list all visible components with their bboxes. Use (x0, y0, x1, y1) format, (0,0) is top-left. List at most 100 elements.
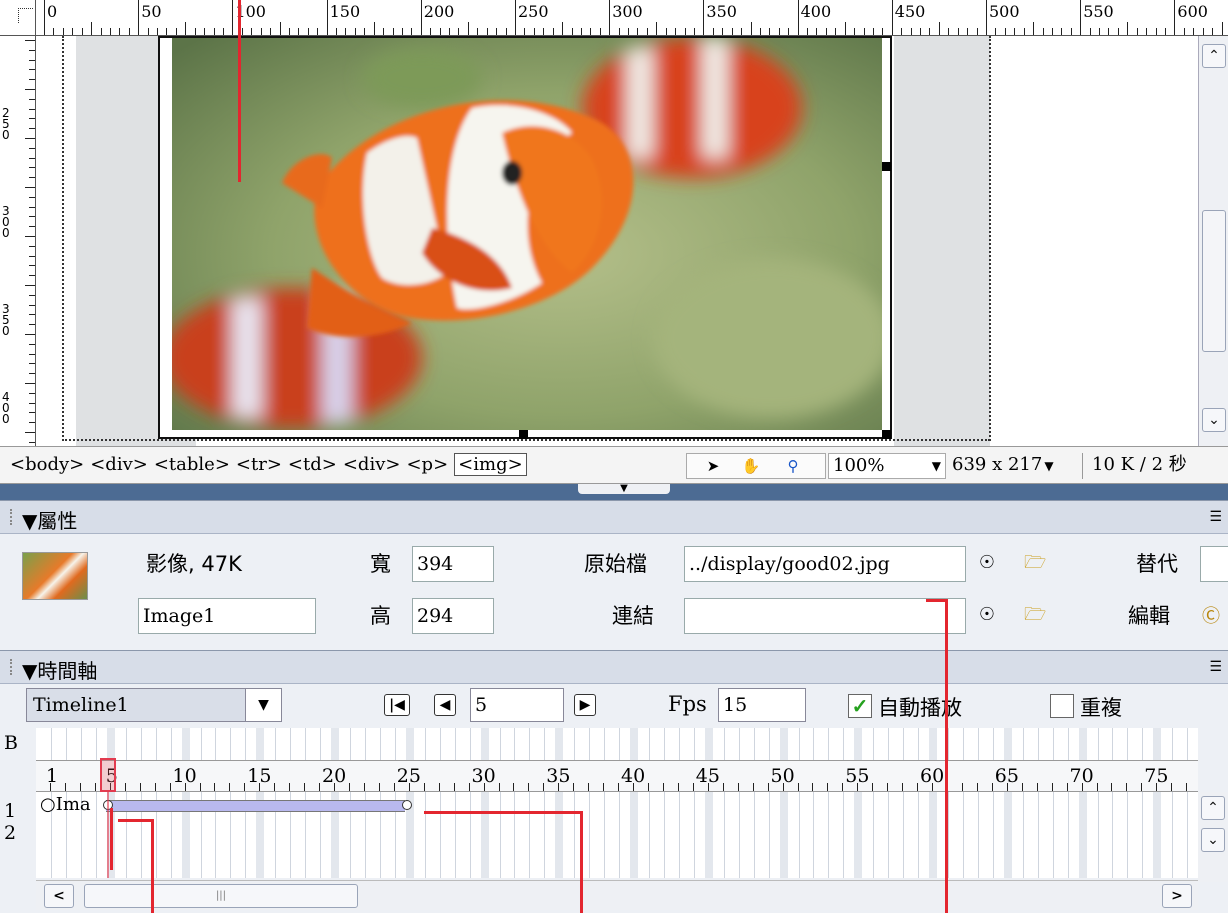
hand-tool-icon[interactable]: ✋ (739, 456, 763, 476)
frame-column (918, 728, 920, 878)
frame-column (962, 728, 964, 878)
tag-img[interactable]: <img> (454, 453, 527, 476)
tag-div[interactable]: <div> (343, 454, 401, 475)
tag-body[interactable]: <body> (10, 454, 84, 475)
height-field[interactable]: 294 (412, 598, 494, 634)
ruler-tick (29, 226, 35, 228)
width-field[interactable]: 394 (412, 546, 494, 582)
window-size-select[interactable]: 639 x 217 ▼ (952, 453, 1054, 478)
autoplay-checkbox[interactable]: ✓ (848, 694, 872, 718)
ruler-tick (967, 28, 969, 35)
panel-splitter[interactable]: ▼ (0, 484, 1228, 500)
selected-image-frame[interactable] (158, 36, 892, 439)
point-to-file-icon[interactable]: ☉ (976, 604, 998, 625)
ruler-tick (712, 28, 714, 35)
panel-options-icon[interactable]: ☰ (1209, 659, 1222, 675)
timeline-vertical-scrollbar[interactable]: ⌃ ⌄ (1198, 792, 1228, 882)
frame-column (1127, 728, 1129, 878)
tag-tr[interactable]: <tr> (236, 454, 282, 475)
horizontal-ruler: 0 50 100 150 200 250 300 350 400 450 500 550 600 (0, 0, 1228, 36)
timeline-horizontal-scrollbar[interactable]: < ||| > (36, 880, 1198, 910)
frame-field[interactable]: 5 (470, 688, 564, 722)
frame-tick (79, 783, 81, 791)
frame-tick (528, 783, 530, 791)
frame-column (992, 728, 994, 878)
tag-table[interactable]: <table> (154, 454, 230, 475)
pointer-tool-icon[interactable]: ➤ (701, 456, 725, 476)
resize-handle-corner[interactable] (882, 430, 891, 439)
properties-panel-header[interactable]: ▼屬性 ☰ (0, 500, 1228, 534)
playback-head[interactable] (99, 758, 116, 792)
resize-handle-right[interactable] (882, 162, 891, 171)
ruler-tick (618, 28, 620, 35)
panel-grip-icon[interactable] (10, 509, 16, 525)
ruler-tick (364, 28, 366, 35)
ruler-origin[interactable] (0, 0, 36, 35)
scroll-right-button[interactable]: > (1162, 884, 1192, 908)
tag-div[interactable]: <div> (90, 454, 148, 475)
rewind-icon[interactable]: |◀ (384, 694, 410, 716)
ruler-tick (29, 294, 35, 296)
tag-p[interactable]: <p> (406, 454, 448, 475)
document-canvas[interactable] (36, 36, 1198, 446)
collapse-arrow-icon[interactable]: ▼ (578, 484, 670, 494)
image-type-size: 影像, 47K (146, 552, 242, 576)
keyframe-end[interactable] (401, 800, 412, 810)
ruler-tick (552, 28, 554, 35)
loop-checkbox[interactable] (1050, 694, 1074, 718)
ruler-tick (1193, 28, 1195, 35)
ruler-tick (270, 28, 272, 35)
image-name-field[interactable]: Image1 (138, 598, 316, 634)
frame-tick (498, 783, 500, 791)
ruler-tick (1033, 22, 1035, 35)
alt-field[interactable] (1200, 546, 1228, 582)
ruler-tick (288, 28, 290, 35)
zoom-tool-icon[interactable]: ⚲ (781, 456, 805, 476)
scroll-left-button[interactable]: < (44, 884, 74, 908)
ruler-tick (1127, 22, 1129, 35)
fps-field[interactable]: 15 (718, 688, 806, 722)
frame-column (768, 728, 770, 878)
fireworks-edit-icon[interactable]: Ⓒ (1200, 602, 1222, 628)
behavior-channel-label: B (4, 732, 18, 754)
panel-grip-icon[interactable] (10, 659, 16, 675)
scroll-up-button[interactable]: ⌃ (1201, 796, 1225, 820)
scroll-down-button[interactable]: ⌄ (1201, 828, 1225, 852)
timeline-panel: Timeline1 ▼ |◀ ◀ 5 ▶ Fps 15 ✓ 自動播放 重複 B … (0, 684, 1228, 913)
point-to-file-icon[interactable]: ☉ (976, 552, 998, 573)
ruler-tick (373, 22, 375, 35)
frame-column (723, 728, 725, 878)
src-field[interactable]: ../display/good02.jpg (684, 546, 966, 582)
timeline-select[interactable]: Timeline1 ▼ (26, 688, 282, 722)
ruler-label: 500 (989, 2, 1020, 21)
frame-ruler[interactable]: 1 5 10 15 20 25 30 35 40 45 50 55 60 65 70 75 (36, 760, 1198, 792)
ruler-tick (863, 28, 865, 35)
panel-options-icon[interactable]: ☰ (1209, 509, 1222, 525)
frame-column (1003, 728, 1012, 878)
animation-sprite-bar[interactable] (105, 800, 405, 812)
ruler-tick (430, 28, 432, 35)
scroll-up-button[interactable]: ⌃ (1202, 44, 1226, 68)
frame-column (1037, 728, 1039, 878)
back-icon[interactable]: ◀ (434, 694, 456, 716)
design-vertical-scrollbar[interactable]: ⌃ ⌄ (1198, 36, 1228, 446)
scroll-thumb[interactable] (1202, 210, 1226, 352)
timeline-frame-grid[interactable]: 1 5 10 15 20 25 30 35 40 45 50 55 60 65 70 75 ○Ima (36, 728, 1198, 878)
scroll-down-button[interactable]: ⌄ (1202, 408, 1226, 432)
clownfish-image[interactable] (172, 38, 882, 430)
timeline-panel-header[interactable]: ▼時間軸 ☰ (0, 650, 1228, 684)
folder-icon[interactable]: 🗁 (1024, 602, 1046, 632)
link-field[interactable] (684, 598, 966, 634)
ruler-label: 550 (1083, 2, 1114, 21)
tag-td[interactable]: <td> (288, 454, 337, 475)
ruler-label: 300 (2, 204, 10, 240)
resize-handle-bottom[interactable] (519, 430, 528, 439)
ruler-tick (25, 334, 35, 335)
folder-icon[interactable]: 🗁 (1024, 550, 1046, 580)
zoom-select[interactable]: 100% ▼ (828, 453, 946, 479)
play-forward-icon[interactable]: ▶ (574, 694, 596, 716)
frame-tick (902, 783, 904, 791)
scroll-thumb[interactable]: ||| (84, 884, 358, 908)
ruler-tick (326, 0, 328, 35)
ruler-tick (477, 28, 479, 35)
